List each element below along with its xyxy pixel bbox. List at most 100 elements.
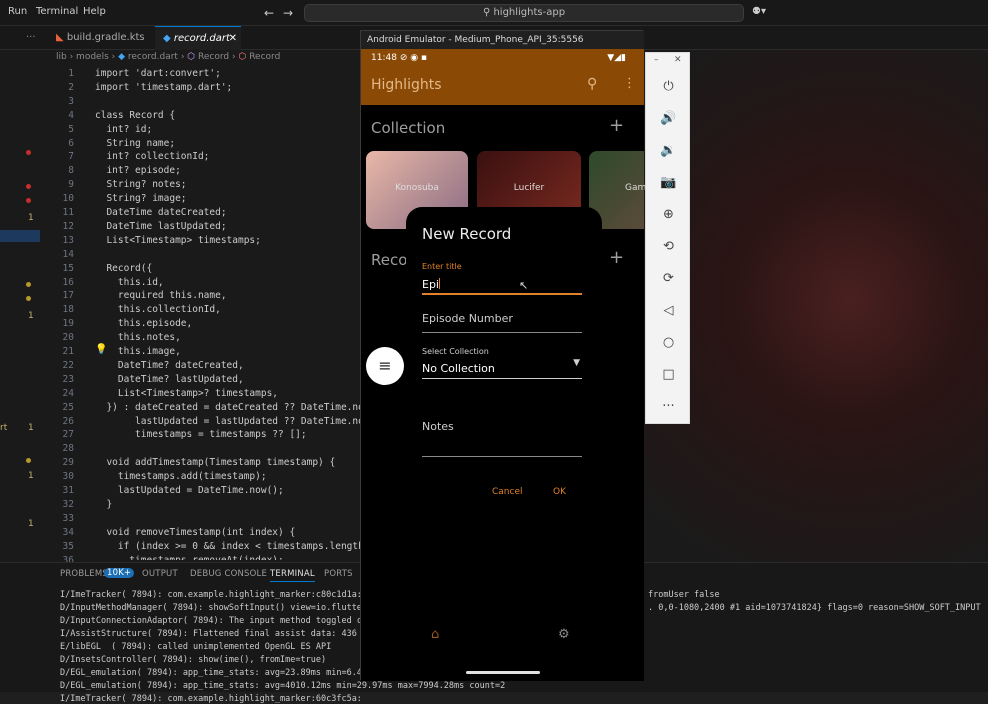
power-icon[interactable]: ⏻ xyxy=(646,79,691,94)
code-line: List<Timestamp> timestamps; xyxy=(95,234,261,246)
code-line: }) : dateCreated = dateCreated ?? DateTi… xyxy=(95,401,360,413)
code-line: class Record { xyxy=(95,109,176,121)
notes-placeholder: Notes xyxy=(422,420,454,433)
code-line: DateTime lastUpdated; xyxy=(95,220,227,232)
status-time: 11:48 xyxy=(371,53,397,63)
crumb[interactable]: record.dart xyxy=(128,52,178,62)
code-line: if (index >= 0 && index < timestamps.len… xyxy=(95,540,360,552)
code-line: this.id, xyxy=(95,276,164,288)
camera-icon[interactable]: 📷 xyxy=(646,175,691,190)
more-icon[interactable]: ··· xyxy=(18,26,36,50)
menu-fab[interactable]: ≡ xyxy=(366,347,404,385)
battery-signal-icon: ▼◢▮ xyxy=(607,53,626,63)
rotate-right-icon[interactable]: ⟳ xyxy=(646,271,691,286)
copilot-icon[interactable]: ⚉▾ xyxy=(752,6,766,17)
code-line: int? collectionId; xyxy=(95,151,210,163)
records-header: Reco xyxy=(371,251,408,269)
code-line: import 'timestamp.dart'; xyxy=(95,81,233,93)
minimize-icon[interactable]: – xyxy=(654,55,659,65)
collection-select-label: Select Collection xyxy=(422,347,489,356)
cancel-button[interactable]: Cancel xyxy=(492,487,523,497)
new-record-dialog: New Record Enter title Epi ↖ Episode Num… xyxy=(406,207,602,523)
menu-run[interactable]: Run xyxy=(8,6,27,17)
tab-ports[interactable]: PORTS xyxy=(324,569,353,579)
back-arrow-icon[interactable]: ← xyxy=(264,6,274,20)
dart-icon: ◆ xyxy=(163,33,174,44)
collection-select[interactable]: No Collection ▼ xyxy=(422,357,582,379)
tab-record-dart[interactable]: ◆ record.dart ✕ xyxy=(155,26,241,50)
code-line: import 'dart:convert'; xyxy=(95,68,221,79)
crumb[interactable]: lib xyxy=(56,52,67,62)
code-line: this.image, xyxy=(95,346,181,357)
command-search[interactable]: ⚲ highlights-app xyxy=(304,4,744,22)
code-line: String name; xyxy=(95,137,176,149)
card-title: Lucifer xyxy=(513,183,545,193)
forward-arrow-icon[interactable]: → xyxy=(283,6,293,20)
code-line: timestamps = timestamps ?? []; xyxy=(95,429,307,441)
app-bar: 11:48 ⊘ ◉ ▪ ▼◢▮ Highlights ⚲ ⋮ xyxy=(361,49,644,105)
menu-terminal[interactable]: Terminal xyxy=(36,6,78,17)
overview-icon[interactable]: □ xyxy=(646,367,691,382)
dropdown-arrow-icon: ▼ xyxy=(573,358,580,368)
terminal-line: . 0,0-1080,2400 #1 aid=1073741824} flags… xyxy=(648,603,981,613)
crumb[interactable]: models xyxy=(76,52,109,62)
gesture-bar[interactable] xyxy=(466,671,540,674)
back-icon[interactable]: ◁ xyxy=(646,303,691,318)
code-line: lastUpdated = DateTime.now(); xyxy=(95,485,284,496)
card-title: Konosuba xyxy=(395,183,439,193)
breadcrumb: lib › models › ◆ record.dart › ⬡ Record … xyxy=(56,52,281,62)
code-line: this.episode, xyxy=(95,318,193,330)
tab-problems[interactable]: PROBLEMS xyxy=(60,569,108,579)
close-icon[interactable]: ✕ xyxy=(229,27,237,51)
tab-terminal[interactable]: TERMINAL xyxy=(270,569,315,582)
android-emulator-window: Android Emulator - Medium_Phone_API_35:5… xyxy=(360,30,646,681)
terminal-line: I/ImeTracker( 7894): com.example.highlig… xyxy=(60,590,362,600)
status-bar: 11:48 ⊘ ◉ ▪ xyxy=(371,53,427,63)
home-nav-icon[interactable]: ⌂ xyxy=(431,627,439,642)
code-line: DateTime dateCreated; xyxy=(95,207,227,218)
crumb[interactable]: Record xyxy=(249,52,280,62)
mouse-cursor-icon: ↖ xyxy=(519,279,529,292)
tab-debug-console[interactable]: DEBUG CONSOLE xyxy=(190,569,267,579)
tab-build-gradle[interactable]: ◣ build.gradle.kts xyxy=(48,26,154,50)
close-icon[interactable]: ✕ xyxy=(674,55,682,65)
collection-select-value: No Collection xyxy=(422,362,495,375)
terminal-line: E/libEGL ( 7894): called unimplemented O… xyxy=(60,642,332,652)
problems-badge: 10K+ xyxy=(104,568,135,578)
terminal-line: D/InputConnectionAdaptor( 7894): The inp… xyxy=(60,616,362,626)
code-line: required this.name, xyxy=(95,290,227,302)
tab-label: build.gradle.kts xyxy=(66,32,145,43)
rotate-left-icon[interactable]: ⟲ xyxy=(646,239,691,254)
tab-label: record.dart xyxy=(173,33,230,44)
code-line: void removeTimestamp(int index) { xyxy=(95,526,296,538)
zoom-icon[interactable]: ⊕ xyxy=(646,207,691,222)
terminal-line: D/InputMethodManager( 7894): showSoftInp… xyxy=(60,603,362,613)
terminal-line: D/InsetsController( 7894): show(ime(), f… xyxy=(60,655,327,665)
volume-up-icon[interactable]: 🔊 xyxy=(646,111,691,126)
tab-output[interactable]: OUTPUT xyxy=(142,569,178,579)
emulator-toolbar: – ✕ ⏻ 🔊 🔉 📷 ⊕ ⟲ ⟳ ◁ ○ □ ··· xyxy=(645,52,690,424)
volume-down-icon[interactable]: 🔉 xyxy=(646,143,691,158)
terminal-line: D/EGL_emulation( 7894): app_time_stats: … xyxy=(60,681,506,691)
more-icon[interactable]: ··· xyxy=(646,399,691,414)
emulator-title: Android Emulator - Medium_Phone_API_35:5… xyxy=(361,31,644,49)
search-icon[interactable]: ⚲ xyxy=(587,76,597,92)
notes-input[interactable]: Notes xyxy=(422,415,582,457)
episode-placeholder: Episode Number xyxy=(422,312,513,325)
home-icon[interactable]: ○ xyxy=(646,335,691,350)
code-editor[interactable]: import 'dart:convert'; import 'timestamp.… xyxy=(0,66,360,560)
overflow-menu-icon[interactable]: ⋮ xyxy=(623,76,636,91)
title-input[interactable]: Epi xyxy=(422,273,582,295)
settings-nav-icon[interactable]: ⚙ xyxy=(558,627,570,642)
menu-help[interactable]: Help xyxy=(83,6,106,17)
episode-input[interactable]: Episode Number xyxy=(422,307,582,333)
ok-button[interactable]: OK xyxy=(553,487,566,497)
add-collection-icon[interactable]: + xyxy=(609,115,624,136)
menubar: Run Terminal Help ← → ⚲ highlights-app ⚉… xyxy=(0,0,988,26)
code-line: String? image; xyxy=(95,193,187,205)
add-record-icon[interactable]: + xyxy=(609,247,624,268)
code-line: void addTimestamp(Timestamp timestamp) { xyxy=(95,457,336,469)
search-icon: ⚲ xyxy=(482,7,494,18)
crumb[interactable]: Record xyxy=(198,52,229,62)
code-line: int? id; xyxy=(95,123,153,135)
